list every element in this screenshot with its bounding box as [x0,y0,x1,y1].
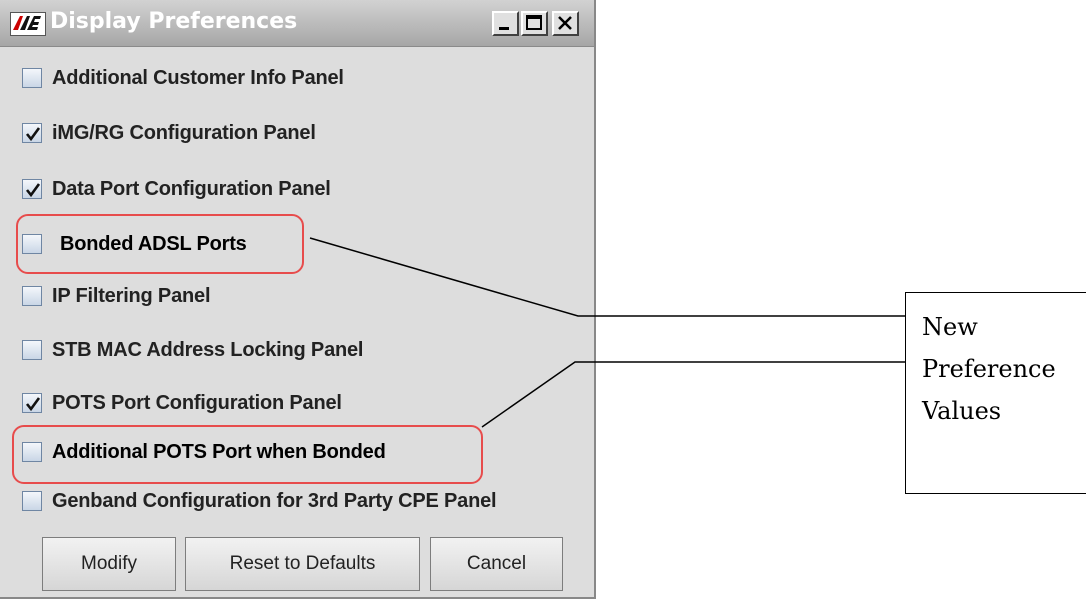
callout-line-1: New [922,313,978,341]
callout-box: New Preference Values [905,292,1086,494]
connector-line-bottom [481,361,905,428]
callout-line-2: Preference [922,355,1056,383]
callout-line-3: Values [922,397,1002,425]
connector-line-top [309,237,905,317]
